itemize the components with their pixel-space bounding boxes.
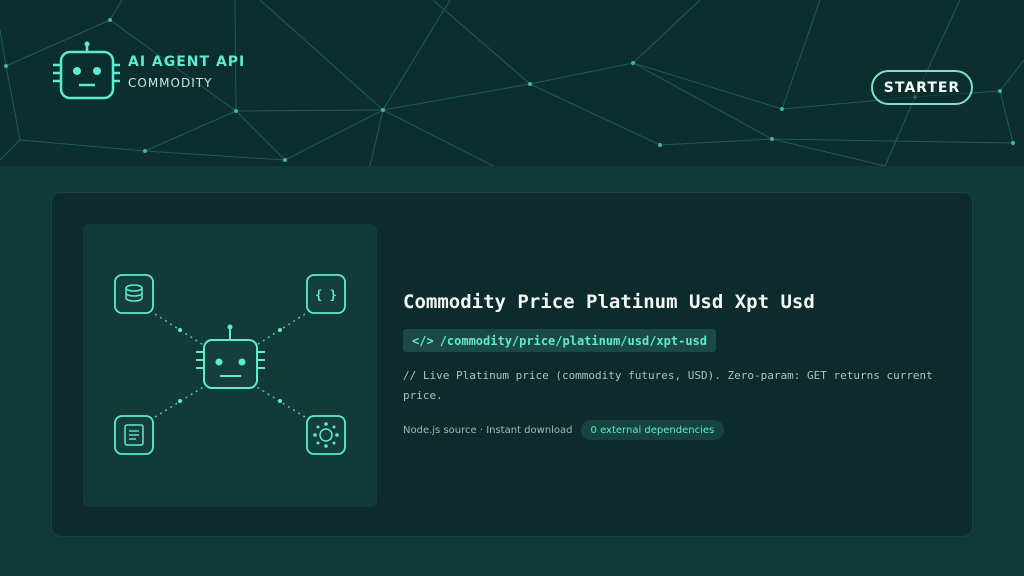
endpoint-path[interactable]: </> /commodity/price/platinum/usd/xpt-us…: [403, 329, 716, 352]
database-icon: [114, 274, 154, 314]
header-banner: AI AGENT API COMMODITY STARTER: [0, 0, 1024, 166]
product-title: Commodity Price Platinum Usd Xpt Usd: [403, 291, 815, 313]
product-card: { } Commodity Price Platinum Usd Xpt Usd…: [51, 192, 973, 537]
product-meta: Node.js source · Instant download 0 exte…: [403, 420, 725, 440]
document-icon: [114, 415, 154, 455]
code-tag-icon: </>: [412, 333, 434, 348]
code-braces-icon: { }: [306, 274, 346, 314]
dependencies-badge: 0 external dependencies: [580, 420, 725, 440]
network-hub-icon: [306, 415, 346, 455]
brand[interactable]: AI AGENT API COMMODITY: [50, 40, 245, 104]
meta-text: Node.js source · Instant download: [403, 424, 573, 436]
brand-subtitle: COMMODITY: [128, 75, 213, 90]
svg-text:{ }: { }: [315, 288, 337, 302]
robot-icon: [53, 41, 120, 100]
robot-icon: [196, 324, 265, 389]
tier-button[interactable]: STARTER: [871, 70, 973, 105]
illustration-panel: { }: [83, 224, 377, 507]
agent-network-illustration: { }: [114, 274, 346, 455]
brand-title: AI AGENT API: [128, 53, 246, 70]
endpoint-path-text: /commodity/price/platinum/usd/xpt-usd: [439, 333, 707, 348]
product-description: // Live Platinum price (commodity future…: [403, 369, 933, 402]
